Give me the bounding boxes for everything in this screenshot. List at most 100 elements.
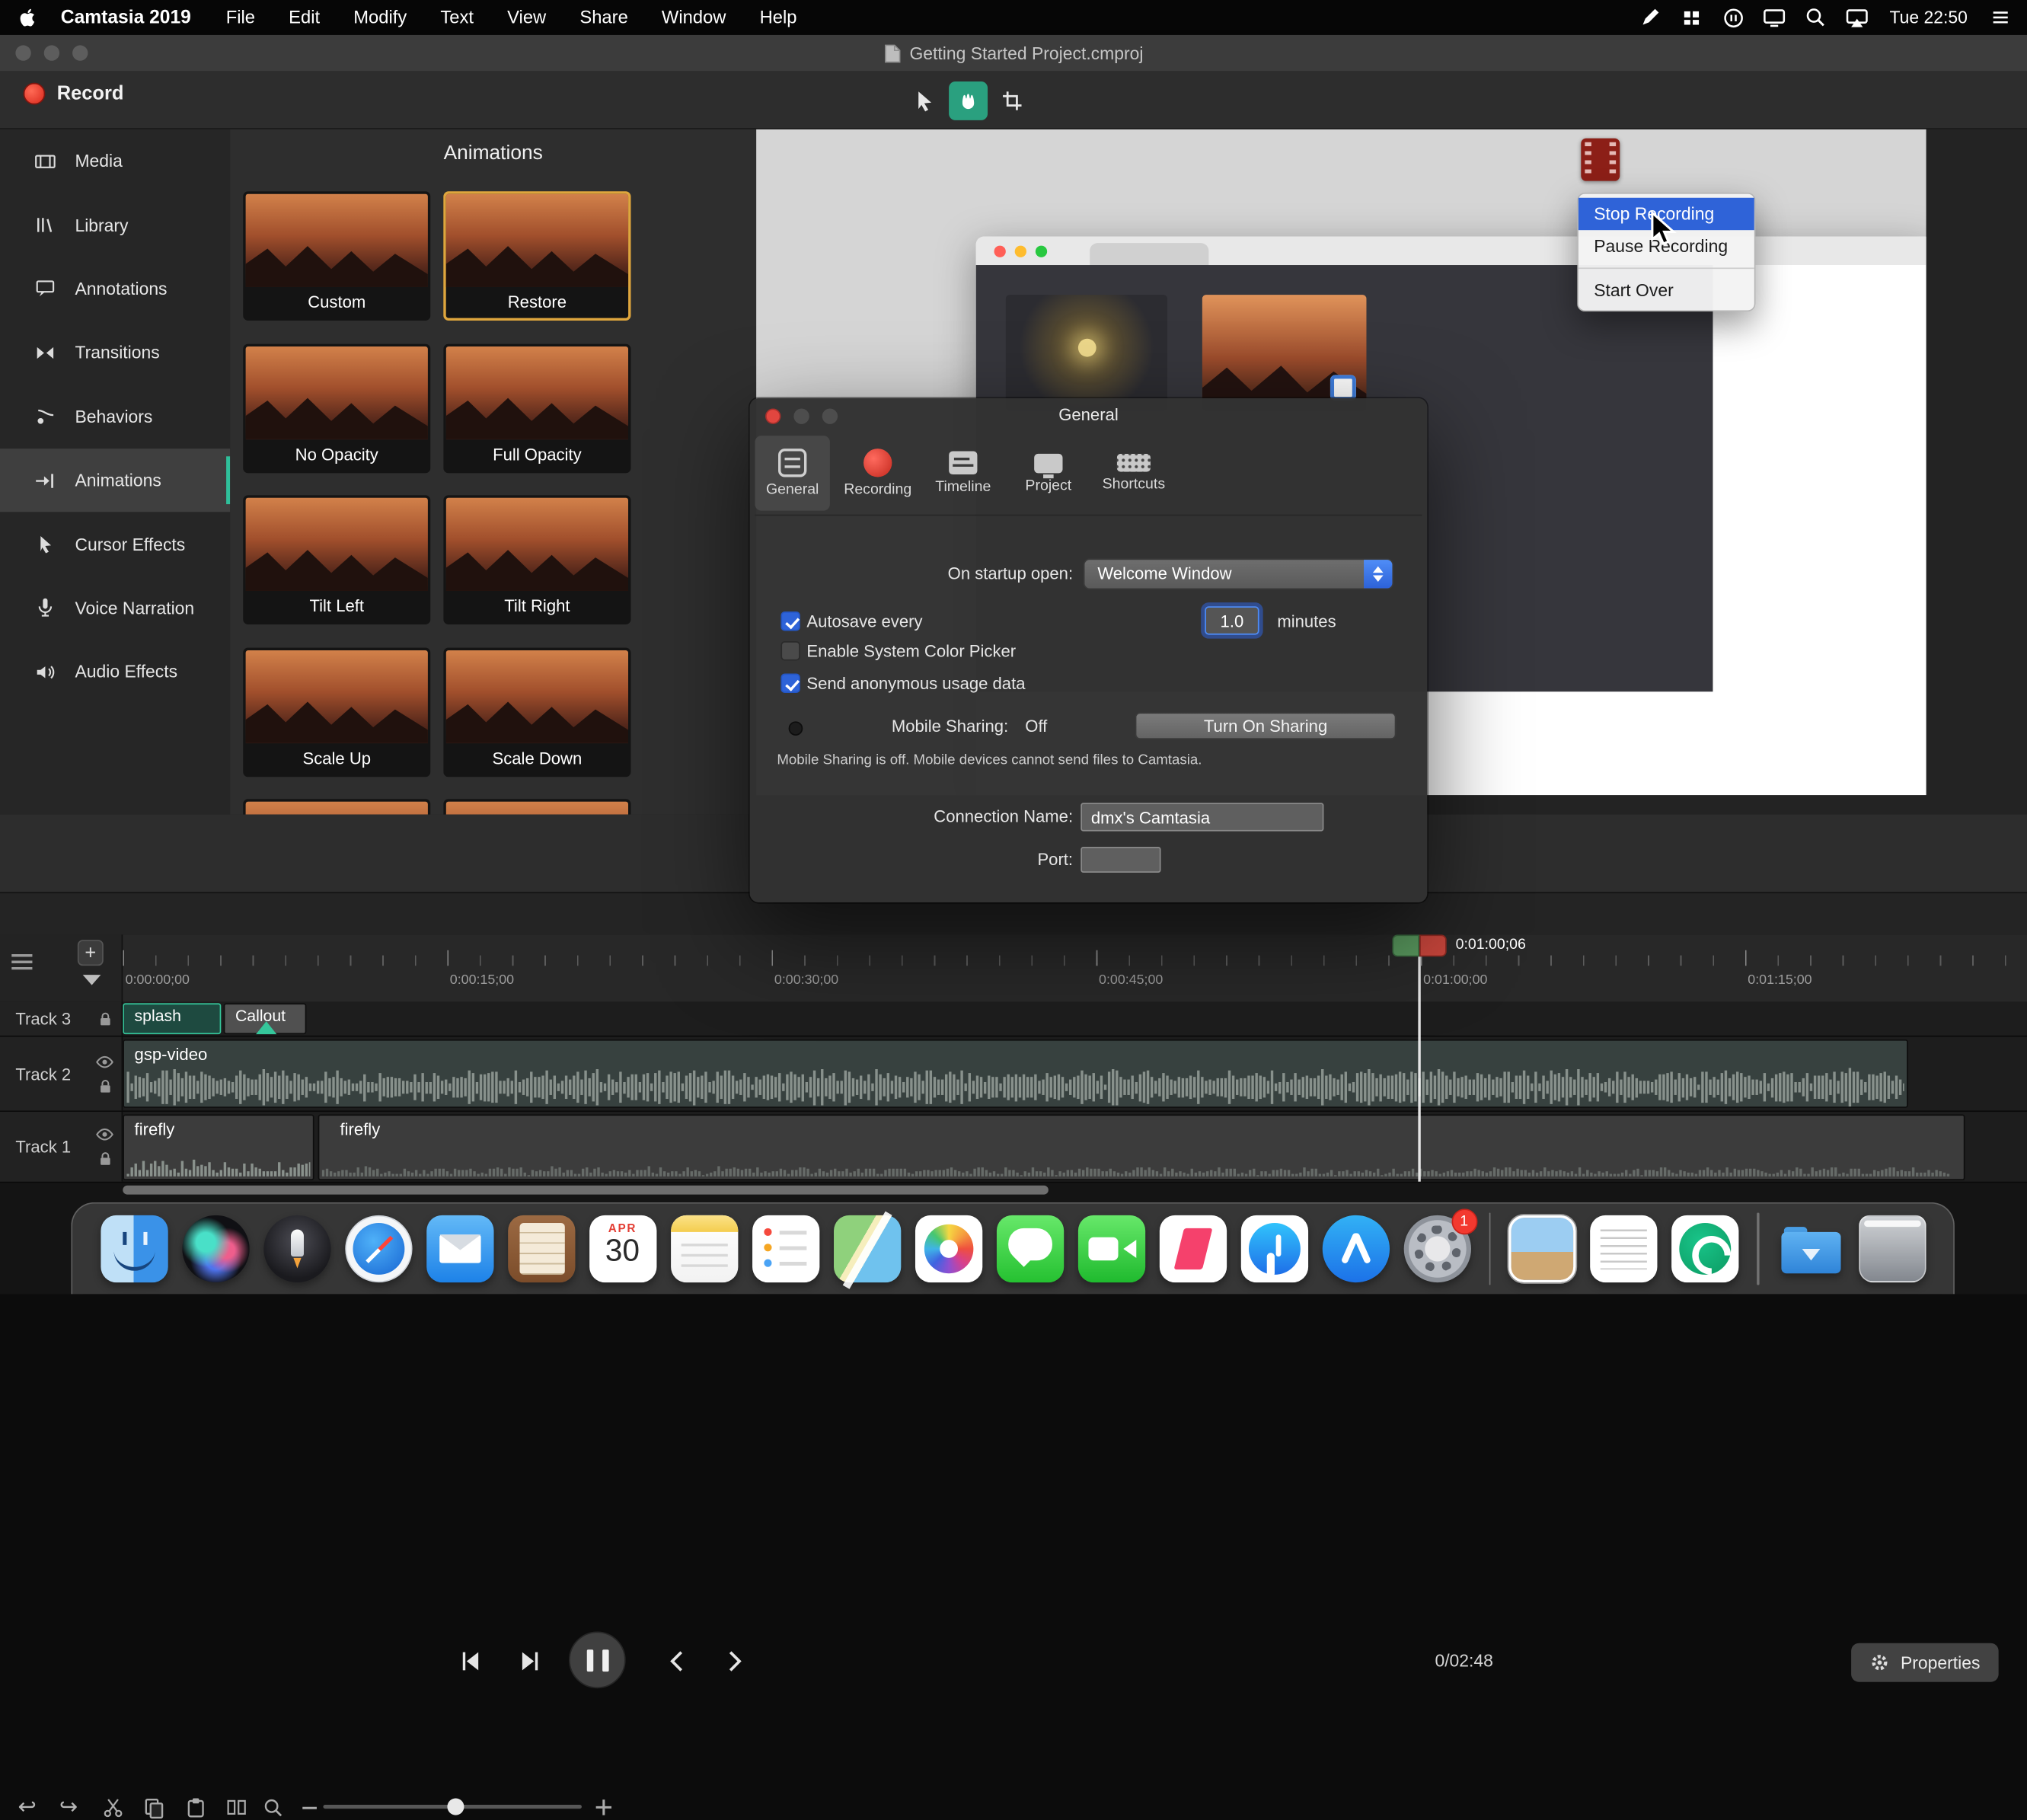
tab-shortcuts[interactable]: Shortcuts <box>1096 436 1171 510</box>
sidebar-item-voice-narration[interactable]: Voice Narration <box>0 576 230 640</box>
dock-system-preferences-icon[interactable]: 1 <box>1403 1215 1470 1282</box>
tab-project[interactable]: Project <box>1011 436 1086 510</box>
dock-app-store-icon[interactable] <box>1322 1215 1389 1282</box>
lock-icon[interactable] <box>97 1011 113 1027</box>
dock-downloads-icon[interactable] <box>1776 1215 1843 1282</box>
display-icon[interactable] <box>1760 5 1789 30</box>
zoom-in-button[interactable] <box>589 1794 618 1820</box>
sidebar-item-audio-effects[interactable]: Audio Effects <box>0 640 230 704</box>
dock-calendar-icon[interactable]: APR 30 <box>589 1215 656 1282</box>
cut-button[interactable] <box>98 1794 126 1820</box>
record-indicator-icon[interactable] <box>1719 5 1747 30</box>
dock-reminders-icon[interactable] <box>752 1215 819 1282</box>
apple-menu-icon[interactable] <box>18 6 37 28</box>
playhead-line[interactable] <box>1418 956 1420 1181</box>
selection-tool-button[interactable] <box>905 81 943 120</box>
zoom-window-button[interactable] <box>72 45 88 60</box>
next-frame-button[interactable] <box>515 1646 546 1677</box>
window-titlebar[interactable]: Getting Started Project.cmproj <box>0 35 2027 72</box>
usage-data-checkbox[interactable] <box>780 674 800 693</box>
undo-button[interactable]: ↩ <box>13 1794 41 1820</box>
autosave-minutes-input[interactable] <box>1205 606 1259 634</box>
previous-frame-button[interactable] <box>455 1646 487 1677</box>
redo-button[interactable]: ↪ <box>54 1794 82 1820</box>
sidebar-item-annotations[interactable]: Annotations <box>0 257 230 321</box>
animation-marker-icon[interactable] <box>256 1021 276 1034</box>
lock-icon[interactable] <box>96 1151 113 1166</box>
pen-icon[interactable] <box>1636 5 1665 30</box>
dock-safari-icon[interactable] <box>344 1215 411 1282</box>
clip-gsp-video[interactable]: gsp-video <box>123 1039 1908 1108</box>
dock-finder-icon[interactable] <box>101 1215 168 1282</box>
sidebar-item-behaviors[interactable]: Behaviors <box>0 385 230 449</box>
playhead-out-handle[interactable] <box>1419 934 1447 956</box>
dock-music-icon[interactable] <box>1240 1215 1307 1282</box>
timeline-ruler[interactable]: 0:00:00;00 0:00:15;00 0:00:30;00 0:00:45… <box>0 934 2027 1001</box>
tab-timeline[interactable]: Timeline <box>926 436 1001 510</box>
paste-button[interactable] <box>181 1794 209 1820</box>
horizontal-scrollbar[interactable] <box>123 1186 1049 1195</box>
dock-news-icon[interactable] <box>1159 1215 1226 1282</box>
track-2-header[interactable]: Track 2 <box>0 1037 123 1111</box>
screen-mirroring-icon[interactable] <box>1843 5 1871 30</box>
menu-window[interactable]: Window <box>645 0 743 35</box>
menu-file[interactable]: File <box>209 0 272 35</box>
start-over-menu-item[interactable]: Start Over <box>1579 274 1754 306</box>
crop-tool-button[interactable] <box>993 81 1032 120</box>
app-menu-title[interactable]: Camtasia 2019 <box>61 7 191 27</box>
eye-icon[interactable] <box>96 1127 114 1141</box>
record-button[interactable]: Record <box>24 83 124 105</box>
recorder-film-icon[interactable] <box>1581 139 1620 181</box>
zoom-slider-handle[interactable] <box>447 1799 464 1815</box>
startup-open-select[interactable]: Welcome Window <box>1084 558 1393 589</box>
dock-facetime-icon[interactable] <box>1077 1215 1144 1282</box>
connection-name-input[interactable] <box>1081 803 1323 831</box>
color-picker-checkbox[interactable] <box>780 641 800 660</box>
animation-tile-partial[interactable] <box>243 799 430 814</box>
menu-help[interactable]: Help <box>743 0 814 35</box>
pause-button[interactable] <box>569 1631 626 1688</box>
port-input[interactable] <box>1081 847 1160 873</box>
dock-trash-icon[interactable] <box>1858 1215 1925 1282</box>
dock-contacts-icon[interactable] <box>507 1215 574 1282</box>
jump-back-button[interactable] <box>662 1646 693 1677</box>
dock-preview-icon[interactable] <box>1508 1215 1575 1282</box>
animation-tile-custom[interactable]: Custom <box>243 191 430 321</box>
zoom-out-button[interactable] <box>295 1794 323 1820</box>
animation-tile-restore[interactable]: Restore <box>443 191 630 321</box>
menu-share[interactable]: Share <box>563 0 645 35</box>
dock-messages-icon[interactable] <box>996 1215 1063 1282</box>
timeline-zoom-slider[interactable] <box>323 1805 582 1809</box>
track-3-header[interactable]: Track 3 <box>0 1002 123 1036</box>
autosave-checkbox[interactable] <box>780 611 800 631</box>
dock-launchpad-icon[interactable] <box>263 1215 330 1282</box>
lock-icon[interactable] <box>96 1078 113 1093</box>
dock-camtasia-icon[interactable] <box>1671 1215 1738 1282</box>
dock-photos-icon[interactable] <box>915 1215 982 1282</box>
sidebar-item-animations[interactable]: Animations <box>0 449 230 512</box>
dock-textedit-icon[interactable] <box>1590 1215 1657 1282</box>
clip-firefly-1[interactable]: firefly <box>123 1114 314 1180</box>
sidebar-item-library[interactable]: Library <box>0 193 230 257</box>
menu-text[interactable]: Text <box>423 0 490 35</box>
add-track-button[interactable]: + <box>78 940 104 966</box>
tab-general[interactable]: General <box>755 436 829 510</box>
animation-tile-scale-up[interactable]: Scale Up <box>243 647 430 777</box>
split-button[interactable] <box>222 1794 251 1820</box>
turn-on-sharing-button[interactable]: Turn On Sharing <box>1135 712 1397 739</box>
track-options-icon[interactable] <box>11 954 32 969</box>
playhead-in-handle[interactable] <box>1392 934 1419 956</box>
collapse-tracks-icon[interactable] <box>83 975 101 985</box>
animation-tile-tilt-left[interactable]: Tilt Left <box>243 495 430 624</box>
window-grid-icon[interactable] <box>1677 5 1706 30</box>
menu-modify[interactable]: Modify <box>337 0 423 35</box>
animation-tile-full-opacity[interactable]: Full Opacity <box>443 343 630 473</box>
clip-splash[interactable]: splash <box>123 1003 221 1034</box>
animation-tile-partial[interactable] <box>443 799 630 814</box>
notification-list-icon[interactable] <box>1986 5 2014 30</box>
menubar-clock[interactable]: Tue 22:50 <box>1885 8 1973 27</box>
dock-siri-icon[interactable] <box>182 1215 249 1282</box>
sidebar-item-cursor-effects[interactable]: Cursor Effects <box>0 512 230 576</box>
animation-tile-scale-down[interactable]: Scale Down <box>443 647 630 777</box>
sidebar-item-media[interactable]: Media <box>0 129 230 193</box>
